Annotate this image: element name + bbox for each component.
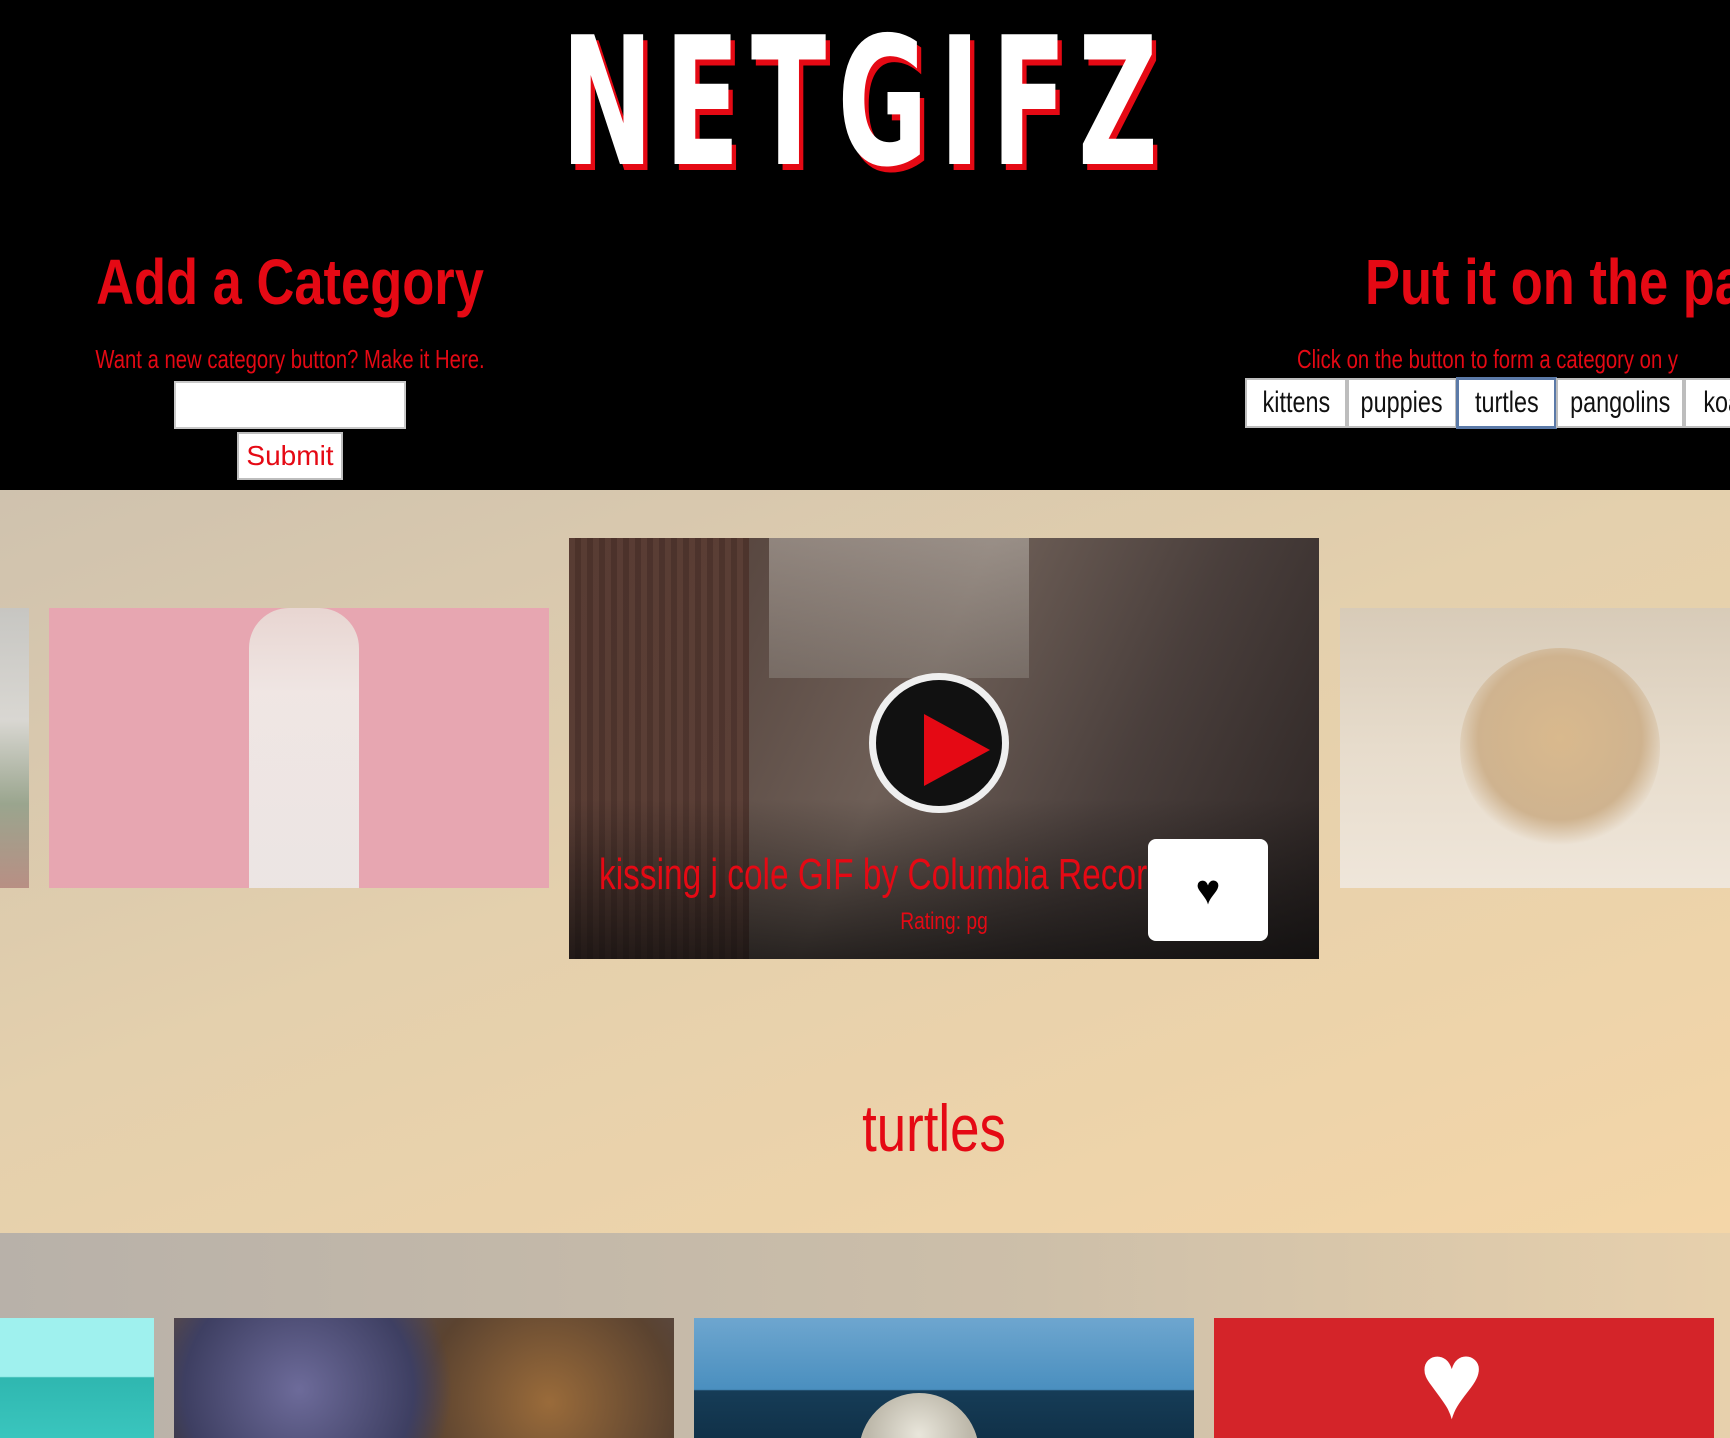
featured-gif[interactable]: kissing j cole GIF by Columbia Recor Rat… bbox=[569, 538, 1319, 959]
gif-thumbnail[interactable] bbox=[0, 1318, 154, 1438]
heart-icon: ♥ bbox=[1195, 866, 1221, 913]
category-gif-row: ♥ bbox=[0, 1233, 1730, 1438]
play-icon[interactable] bbox=[869, 673, 1009, 813]
site-header: NETGIFZ Add a Category Want a new catego… bbox=[0, 0, 1730, 490]
gif-thumbnail[interactable] bbox=[694, 1318, 1194, 1438]
favorite-button[interactable]: ♥ bbox=[1148, 839, 1268, 941]
category-button-row: kittens puppies turtles pangolins koa bbox=[1245, 377, 1730, 429]
gif-thumbnail[interactable] bbox=[0, 608, 29, 888]
put-on-page-title: Put it on the pag bbox=[1365, 246, 1730, 318]
thumbnail-figure bbox=[859, 1393, 979, 1438]
add-category-hint: Want a new category button? Make it Here… bbox=[95, 344, 485, 374]
category-button-turtles[interactable]: turtles bbox=[1456, 377, 1557, 429]
category-button-puppies[interactable]: puppies bbox=[1347, 378, 1457, 428]
gif-thumbnail[interactable] bbox=[1340, 608, 1730, 888]
put-on-page-hint: Click on the button to form a category o… bbox=[1297, 344, 1679, 374]
category-button-koa[interactable]: koa bbox=[1684, 378, 1730, 428]
gif-thumbnail[interactable]: ♥ bbox=[1214, 1318, 1714, 1438]
add-category-panel: Add a Category Want a new category butto… bbox=[0, 250, 580, 480]
thumbnail-figure bbox=[1460, 648, 1660, 848]
add-category-title: Add a Category bbox=[96, 246, 484, 318]
category-button-kittens[interactable]: kittens bbox=[1245, 378, 1347, 428]
category-button-pangolins[interactable]: pangolins bbox=[1556, 378, 1684, 428]
gif-thumbnail[interactable] bbox=[174, 1318, 674, 1438]
thumbnail-figure bbox=[249, 608, 359, 888]
site-logo: NETGIFZ bbox=[560, 0, 1170, 206]
heart-icon: ♥ bbox=[1419, 1319, 1485, 1438]
gif-thumbnail[interactable] bbox=[49, 608, 549, 888]
featured-carousel: kissing j cole GIF by Columbia Recor Rat… bbox=[0, 490, 1730, 1233]
put-on-page-panel: Put it on the pag Click on the button to… bbox=[1235, 246, 1730, 429]
category-heading: turtles bbox=[862, 1091, 1006, 1165]
category-input[interactable] bbox=[174, 381, 406, 429]
submit-button[interactable]: Submit bbox=[237, 432, 343, 480]
gif-title: kissing j cole GIF by Columbia Recor bbox=[599, 850, 1148, 899]
featured-background bbox=[769, 538, 1029, 678]
